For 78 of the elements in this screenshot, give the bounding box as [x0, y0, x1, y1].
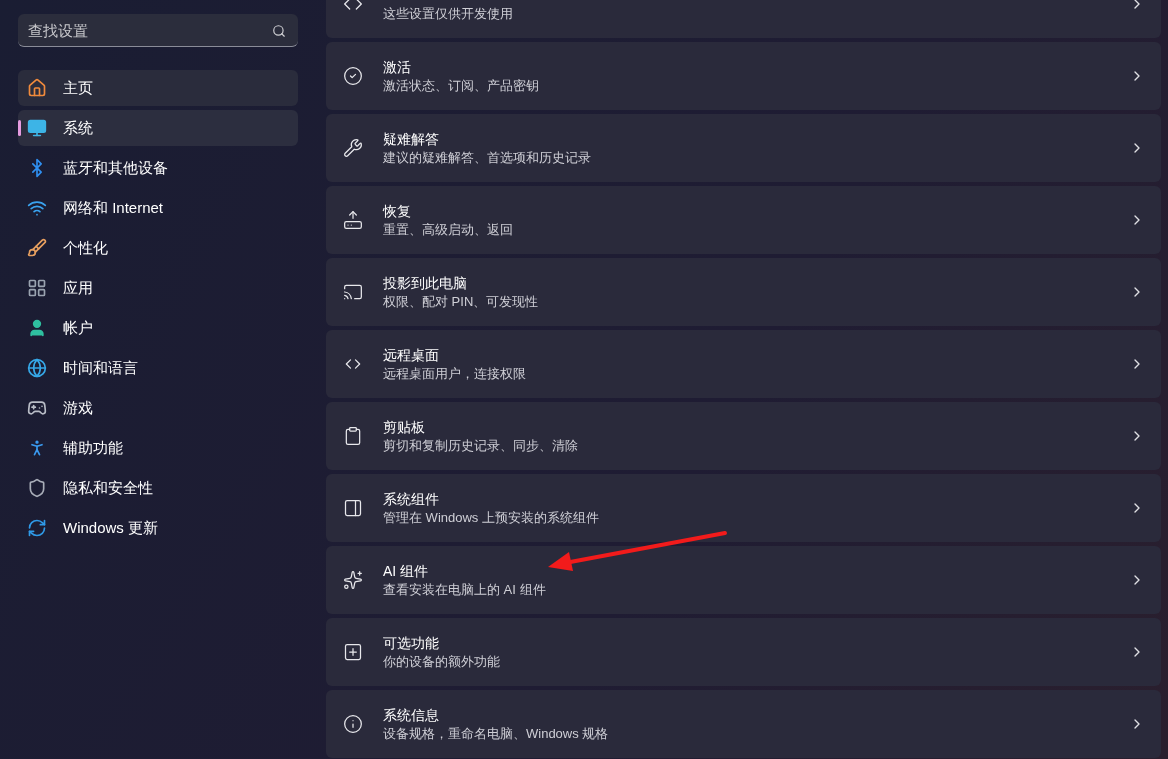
home-icon — [27, 78, 47, 98]
setting-title: 投影到此电脑 — [383, 274, 468, 293]
setting-description: 你的设备的额外功能 — [383, 653, 501, 671]
setting-title: 系统信息 — [383, 706, 440, 725]
setting-title: 可选功能 — [383, 634, 440, 653]
nav-item[interactable]: 游戏 — [18, 390, 298, 426]
sparkles-icon — [343, 570, 363, 590]
selection-indicator — [18, 120, 21, 136]
nav-item[interactable]: 网络和 Internet — [18, 190, 298, 226]
shield-icon — [27, 478, 47, 498]
nav-label: 网络和 Internet — [63, 197, 164, 218]
setting-description: 重置、高级启动、返回 — [383, 221, 514, 239]
setting-title: 恢复 — [383, 202, 412, 221]
wrench-icon — [343, 138, 363, 158]
setting-description: 这些设置仅供开发使用 — [383, 5, 514, 23]
setting-description: 激活状态、订阅、产品密钥 — [383, 77, 540, 95]
setting-description: 管理在 Windows 上预安装的系统组件 — [383, 509, 600, 527]
info-icon — [343, 714, 363, 734]
settings-card[interactable]: 远程桌面 远程桌面用户，连接权限 — [326, 330, 1161, 398]
search-field[interactable]: 查找设置 — [18, 14, 298, 47]
setting-title: 疑难解答 — [383, 130, 440, 149]
nav-item[interactable]: 主页 — [18, 70, 298, 106]
setting-title: 剪贴板 — [383, 418, 426, 437]
nav-item[interactable]: 时间和语言 — [18, 350, 298, 386]
settings-card[interactable]: 疑难解答 建议的疑难解答、首选项和历史记录 — [326, 114, 1161, 182]
nav-item[interactable]: 系统 — [18, 110, 298, 146]
settings-card[interactable]: 投影到此电脑 权限、配对 PIN、可发现性 — [326, 258, 1161, 326]
nav-label: Windows 更新 — [63, 517, 159, 538]
nav-item[interactable]: 蓝牙和其他设备 — [18, 150, 298, 186]
nav-item[interactable]: 辅助功能 — [18, 430, 298, 466]
settings-card[interactable]: AI 组件 查看安装在电脑上的 AI 组件 — [326, 546, 1161, 614]
nav-item[interactable]: 隐私和安全性 — [18, 470, 298, 506]
setting-description: 权限、配对 PIN、可发现性 — [383, 293, 540, 311]
wifi-icon — [27, 198, 47, 218]
settings-card[interactable]: 可选功能 你的设备的额外功能 — [326, 618, 1161, 686]
globe-clock-icon — [27, 358, 47, 378]
nav-item[interactable]: 个性化 — [18, 230, 298, 266]
settings-card[interactable]: 激活 激活状态、订阅、产品密钥 — [326, 42, 1161, 110]
panel-icon — [343, 498, 363, 518]
nav-label: 应用 — [63, 277, 93, 298]
person-icon — [27, 318, 47, 338]
setting-description: 剪切和复制历史记录、同步、清除 — [383, 437, 579, 455]
refresh-icon — [27, 518, 47, 538]
settings-card[interactable]: 系统信息 设备规格，重命名电脑、Windows 规格 — [326, 690, 1161, 758]
nav-item[interactable]: Windows 更新 — [18, 510, 298, 546]
nav-label: 游戏 — [63, 397, 93, 418]
nav-label: 主页 — [63, 77, 93, 98]
check-circle-icon — [343, 66, 363, 86]
nav-item[interactable]: 应用 — [18, 270, 298, 306]
settings-card[interactable]: 恢复 重置、高级启动、返回 — [326, 186, 1161, 254]
apps-grid-icon — [27, 278, 47, 298]
nav-label: 时间和语言 — [63, 357, 138, 378]
setting-description: 建议的疑难解答、首选项和历史记录 — [383, 149, 592, 167]
setting-title: 激活 — [383, 58, 412, 77]
gamepad-icon — [27, 398, 47, 418]
settings-card[interactable]: 剪贴板 剪切和复制历史记录、同步、清除 — [326, 402, 1161, 470]
nav-label: 蓝牙和其他设备 — [63, 157, 168, 178]
setting-description: 设备规格，重命名电脑、Windows 规格 — [383, 725, 610, 743]
settings-card[interactable]: 系统组件 管理在 Windows 上预安装的系统组件 — [326, 474, 1161, 542]
nav-label: 个性化 — [63, 237, 108, 258]
nav-label: 系统 — [63, 117, 93, 138]
nav-label: 隐私和安全性 — [63, 477, 153, 498]
settings-card[interactable]: 这些设置仅供开发使用 — [326, 0, 1161, 38]
search-icon[interactable] — [272, 24, 286, 38]
nav-label: 辅助功能 — [63, 437, 123, 458]
add-grid-icon — [343, 642, 363, 662]
nav-label: 帐户 — [63, 317, 93, 338]
setting-description: 查看安装在电脑上的 AI 组件 — [383, 581, 547, 599]
recovery-icon — [343, 210, 363, 230]
nav-item[interactable]: 帐户 — [18, 310, 298, 346]
brush-icon — [27, 238, 47, 258]
setting-description: 远程桌面用户，连接权限 — [383, 365, 527, 383]
setting-title: 远程桌面 — [383, 346, 440, 365]
projection-icon — [343, 282, 363, 302]
setting-title: AI 组件 — [383, 562, 430, 581]
setting-title: 系统组件 — [383, 490, 440, 509]
monitor-icon — [27, 118, 47, 138]
clipboard-icon — [343, 426, 363, 446]
